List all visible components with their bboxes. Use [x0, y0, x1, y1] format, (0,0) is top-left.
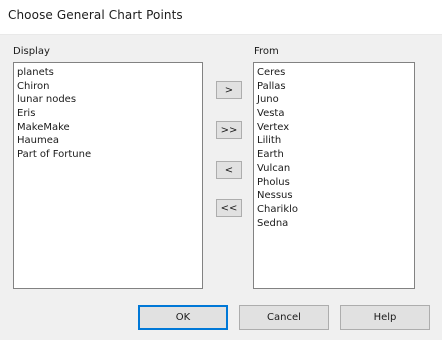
display-list-item[interactable]: planets — [17, 66, 202, 80]
help-button[interactable]: Help — [340, 305, 430, 330]
add-selected-button[interactable]: > — [216, 81, 242, 99]
display-list-label: Display — [13, 46, 50, 57]
from-list-item[interactable]: Nessus — [257, 189, 414, 203]
display-list-item[interactable]: Part of Fortune — [17, 148, 202, 162]
cancel-button[interactable]: Cancel — [239, 305, 329, 330]
display-list-item[interactable]: Eris — [17, 107, 202, 121]
display-listbox[interactable]: planets Chiron lunar nodes Eris MakeMake… — [13, 62, 203, 289]
from-list-item[interactable]: Earth — [257, 148, 414, 162]
dialog-title-bar: Choose General Chart Points — [0, 0, 442, 35]
from-list-item[interactable]: Pallas — [257, 80, 414, 94]
from-list-item[interactable]: Chariklo — [257, 203, 414, 217]
ok-button[interactable]: OK — [138, 305, 228, 330]
remove-selected-button[interactable]: < — [216, 161, 242, 179]
choose-chart-points-dialog: Choose General Chart Points Display plan… — [0, 0, 442, 340]
from-list-item[interactable]: Juno — [257, 93, 414, 107]
display-list-item[interactable]: MakeMake — [17, 121, 202, 135]
from-list-item[interactable]: Vesta — [257, 107, 414, 121]
from-list-item[interactable]: Sedna — [257, 217, 414, 231]
from-list-item[interactable]: Pholus — [257, 176, 414, 190]
from-list-item[interactable]: Vulcan — [257, 162, 414, 176]
dialog-title: Choose General Chart Points — [8, 8, 183, 22]
display-list-item[interactable]: lunar nodes — [17, 93, 202, 107]
remove-all-button[interactable]: << — [216, 199, 242, 217]
display-list-item[interactable]: Haumea — [17, 134, 202, 148]
from-listbox[interactable]: Ceres Pallas Juno Vesta Vertex Lilith Ea… — [253, 62, 415, 289]
from-list-item[interactable]: Lilith — [257, 134, 414, 148]
display-list-item[interactable]: Chiron — [17, 80, 202, 94]
from-list-label: From — [254, 46, 279, 57]
add-all-button[interactable]: >> — [216, 121, 242, 139]
dialog-body: Display planets Chiron lunar nodes Eris … — [0, 35, 442, 340]
from-list-item[interactable]: Ceres — [257, 66, 414, 80]
from-list-item[interactable]: Vertex — [257, 121, 414, 135]
